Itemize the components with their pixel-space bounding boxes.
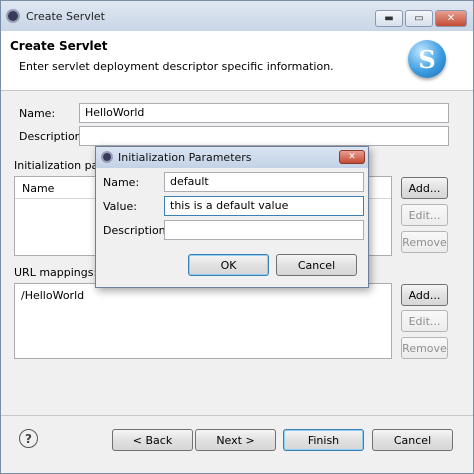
dialog-titlebar[interactable]: Initialization Parameters ✕ (96, 147, 368, 168)
close-window-button[interactable]: ✕ (435, 10, 467, 27)
eclipse-icon (101, 151, 113, 163)
eclipse-icon (6, 9, 20, 23)
dialog-name-label: Name: (103, 176, 140, 189)
dialog-value-field[interactable]: this is a default value (164, 196, 364, 216)
table-column-name[interactable]: Name (22, 182, 54, 195)
name-field[interactable]: HelloWorld (79, 103, 449, 123)
remove-mapping-button[interactable]: Remove (401, 337, 448, 359)
name-label: Name: (19, 107, 56, 120)
next-button[interactable]: Next > (195, 429, 276, 451)
maximize-button[interactable]: ▭ (405, 10, 433, 27)
cancel-button[interactable]: Cancel (372, 429, 453, 451)
description-label: Description: (19, 130, 86, 143)
window-title: Create Servlet (26, 10, 105, 23)
page-description: Enter servlet deployment descriptor spec… (19, 60, 334, 73)
dialog-close-button[interactable]: ✕ (339, 150, 365, 164)
url-mappings-list[interactable]: /HelloWorld (14, 283, 392, 359)
help-icon[interactable]: ? (19, 429, 38, 448)
dialog-description-label: Description: (103, 224, 170, 237)
list-item[interactable]: /HelloWorld (21, 289, 84, 302)
description-field[interactable] (79, 126, 449, 146)
edit-param-button[interactable]: Edit... (401, 204, 448, 226)
s-logo-icon: S (408, 40, 446, 78)
dialog-ok-button[interactable]: OK (188, 254, 269, 276)
footer-divider (1, 415, 473, 416)
dialog-name-field[interactable]: default (164, 172, 364, 192)
minimize-button[interactable]: ▬ (375, 10, 403, 27)
url-mappings-label: URL mappings: (14, 266, 98, 279)
add-mapping-button[interactable]: Add... (401, 284, 448, 306)
edit-mapping-button[interactable]: Edit... (401, 310, 448, 332)
dialog-cancel-button[interactable]: Cancel (276, 254, 357, 276)
dialog-title: Initialization Parameters (118, 151, 252, 164)
window-titlebar[interactable]: Create Servlet ▬ ▭ ✕ (1, 1, 473, 31)
finish-button[interactable]: Finish (283, 429, 364, 451)
wizard-header: Create Servlet Enter servlet deployment … (1, 31, 473, 91)
add-param-button[interactable]: Add... (401, 177, 448, 199)
init-params-dialog: Initialization Parameters ✕ Name: defaul… (95, 146, 369, 288)
remove-param-button[interactable]: Remove (401, 231, 448, 253)
page-title: Create Servlet (10, 39, 108, 53)
dialog-value-label: Value: (103, 200, 137, 213)
back-button[interactable]: < Back (112, 429, 193, 451)
dialog-description-field[interactable] (164, 220, 364, 240)
